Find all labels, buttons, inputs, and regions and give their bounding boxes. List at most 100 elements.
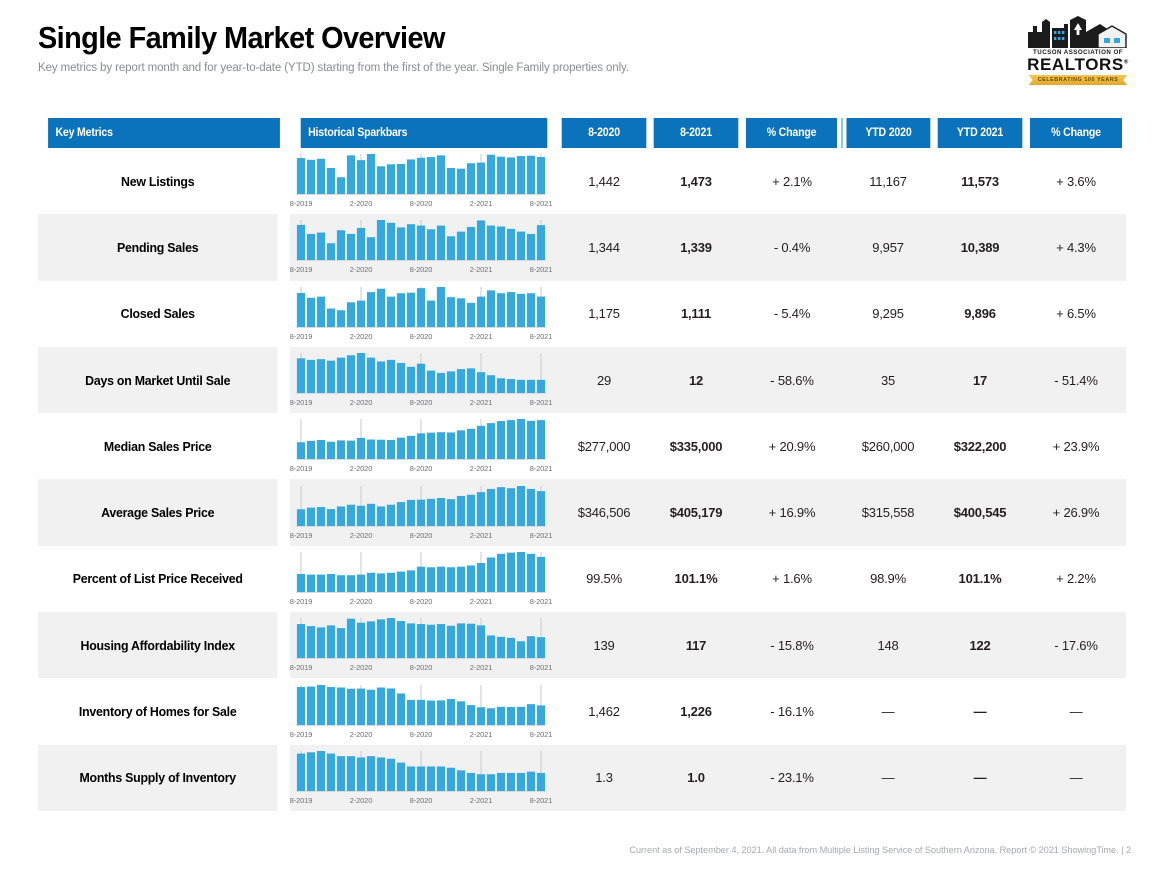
value-ytd-prior: $260,000 [861,438,915,454]
sparkbar-chart: 8-2019 2-2020 8-2020 2-2021 8-2021 [290,550,553,608]
column-header-key-metrics: Key Metrics [48,118,280,148]
value-ytd-change: — [1026,744,1126,811]
logo-realtors-word: REALTORS [1027,55,1124,74]
column-header-ytd-prior: YTD 2020 [844,118,931,148]
metric-label: Days on Market Until Sale [38,346,278,414]
column-header-ytd-change: % Change [1030,118,1122,148]
value-ytd-change: + 3.6% [1056,173,1096,189]
column-header-ytd-current: YTD 2021 [937,118,1023,148]
sparkbar-cell: 8-2019 2-2020 8-2020 2-2021 8-2021 [290,413,558,479]
sparkbar-axis: 8-2019 2-2020 8-2020 2-2021 8-2021 [290,795,553,807]
value-month-change: - 15.8% [742,612,842,679]
sparkbar-axis-label: 8-2020 [409,729,433,739]
registered-mark-icon: ® [1123,59,1129,66]
value-ytd-change: + 2.2% [1056,571,1096,587]
sparkbar-axis-label: 2-2021 [469,530,493,540]
sparkbar-svg [296,154,546,196]
sparkbar-chart: 8-2019 2-2020 8-2020 2-2021 8-2021 [290,152,552,210]
metric-label: New Listings [121,173,195,189]
skyline-logo-icon [1028,16,1127,48]
sparkbar-axis-label: 8-2021 [529,729,553,739]
value-month-change: + 2.1% [772,173,812,189]
sparkbar-axis-label: 8-2020 [409,464,433,474]
value-month-current: 12 [650,346,742,414]
sparkbar-axis-label: 8-2020 [409,663,433,673]
sparkbar-axis-label: 2-2020 [349,663,373,673]
value-month-change: - 23.1% [742,744,842,811]
sparkbar-svg [296,485,546,527]
sparkbar-axis: 8-2019 2-2020 8-2020 2-2021 8-2021 [290,530,553,542]
value-ytd-prior: $315,558 [842,479,934,546]
sparkbar-axis: 8-2019 2-2020 8-2020 2-2021 8-2021 [290,596,553,608]
logo-anniversary-ribbon: CELEBRATING 100 YEARS [1028,75,1128,85]
table-body: New Listings 8-2019 2-2020 8-2020 2-2021 8-2… [38,148,1126,811]
sparkbar-cell: 8-2019 2-2020 8-2020 2-2021 8-2021 [290,479,558,546]
metric-label: Months Supply of Inventory [38,744,278,811]
sparkbar-axis: 8-2019 2-2020 8-2020 2-2021 8-2021 [290,265,553,276]
value-month-prior: $346,506 [558,479,650,546]
value-month-change: + 1.6% [772,571,812,587]
value-month-prior: 1,462 [588,704,620,720]
value-ytd-current: 122 [934,612,1026,679]
value-month-change: + 16.9% [742,479,842,546]
value-month-current: $405,179 [650,479,742,546]
metric-label: Median Sales Price [103,438,212,454]
value-month-change: - 0.4% [742,214,842,281]
value-ytd-prior: 11,167 [869,173,907,189]
sparkbar-axis-label: 2-2020 [349,265,373,275]
column-header-month-change: % Change [746,118,838,148]
value-ytd-current: 17 [934,346,1026,414]
table-row: Inventory of Homes for Sale 8-2019 2-2020… [38,678,1126,744]
value-ytd-change: + 23.9% [1052,438,1100,454]
value-month-prior: 1,442 [588,173,620,189]
sparkbar-axis-label: 2-2021 [469,729,493,739]
sparkbar-axis-label: 8-2019 [289,199,313,209]
metric-label: Percent of List Price Received [72,571,243,587]
sparkbar-axis-label: 8-2019 [289,530,313,540]
sparkbar-axis-label: 8-2019 [289,464,313,474]
sparkbar-axis-label: 8-2021 [529,398,553,408]
sparkbar-svg [296,750,546,792]
sparkbar-cell: 8-2019 2-2020 8-2020 2-2021 8-2021 [290,148,558,214]
sparkbar-axis-label: 8-2021 [529,530,553,540]
table-row: Average Sales Price 8-2019 2-2020 8-2020 2-… [38,479,1126,546]
sparkbar-cell: 8-2019 2-2020 8-2020 2-2021 8-2021 [290,678,558,744]
sparkbar-chart: 8-2019 2-2020 8-2020 2-2021 8-2021 [290,218,553,276]
value-ytd-current: $322,200 [953,438,1007,454]
footer-note: Current as of September 4, 2021. All dat… [629,845,1131,855]
sparkbar-axis: 8-2019 2-2020 8-2020 2-2021 8-2021 [290,663,553,674]
sparkbar-axis-label: 2-2020 [349,795,373,805]
table-row: Days on Market Until Sale 8-2019 2-2020 8-… [38,346,1126,414]
sparkbar-axis-label: 2-2020 [349,729,373,739]
sparkbar-axis-label: 2-2021 [469,795,493,805]
value-ytd-prior: 98.9% [870,571,906,587]
sparkbar-chart: 8-2019 2-2020 8-2020 2-2021 8-2021 [290,285,552,343]
value-month-change: - 58.6% [742,346,842,414]
value-ytd-change: - 17.6% [1026,612,1126,679]
sparkbar-axis-label: 8-2020 [409,596,433,606]
value-ytd-prior: 9,957 [842,214,934,281]
sparkbar-axis-label: 2-2021 [469,199,493,209]
sparkbar-axis-label: 8-2021 [529,199,553,209]
sparkbar-svg [296,419,546,461]
sparkbar-cell: 8-2019 2-2020 8-2020 2-2021 8-2021 [290,744,558,811]
value-month-current: 1,111 [680,306,712,322]
sparkbar-cell: 8-2019 2-2020 8-2020 2-2021 8-2021 [290,281,558,347]
sparkbar-axis-label: 8-2019 [289,265,313,275]
sparkbar-axis-label: 2-2020 [349,199,373,209]
value-ytd-current: 11,573 [961,173,999,189]
sparkbar-chart: 8-2019 2-2020 8-2020 2-2021 8-2021 [290,616,553,674]
sparkbar-axis-label: 8-2019 [289,663,313,673]
sparkbar-chart: 8-2019 2-2020 8-2020 2-2021 8-2021 [290,417,552,475]
sparkbar-axis-label: 8-2021 [529,265,553,275]
sparkbar-chart: 8-2019 2-2020 8-2020 2-2021 8-2021 [290,484,553,542]
value-month-prior: 99.5% [586,571,622,587]
sparkbar-svg [296,220,546,262]
value-ytd-current: 101.1% [958,571,1002,587]
value-ytd-prior: 35 [842,346,934,414]
value-month-current: 1,339 [650,214,742,281]
sparkbar-axis-label: 2-2020 [349,530,373,540]
sparkbar-axis-label: 2-2021 [469,331,493,341]
value-ytd-current: — [934,744,1026,811]
sparkbar-cell: 8-2019 2-2020 8-2020 2-2021 8-2021 [290,612,558,679]
